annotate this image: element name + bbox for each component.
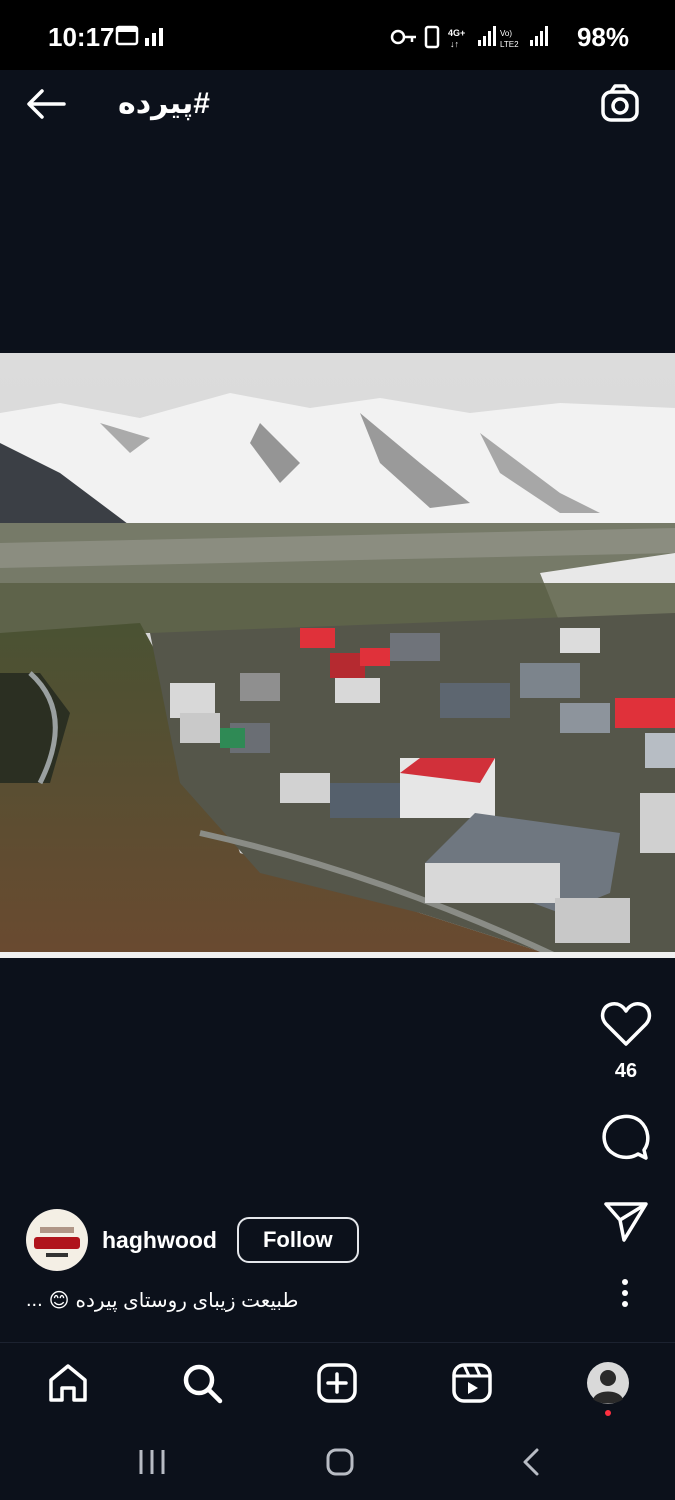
caption-emoji: 😊 [48, 1290, 70, 1312]
username[interactable]: haghwood [102, 1227, 217, 1254]
comment-button[interactable] [600, 1112, 652, 1167]
share-button[interactable] [600, 1198, 652, 1249]
status-left-icons [115, 24, 171, 53]
battery-level: 98% [576, 22, 629, 52]
home-button-icon[interactable] [320, 1442, 360, 1482]
page-title: #پیرده [118, 87, 210, 120]
nav-reels-icon[interactable] [450, 1361, 494, 1405]
nav-home-icon[interactable] [46, 1361, 90, 1405]
camera-icon[interactable] [599, 82, 643, 126]
post-author-row: haghwood Follow [26, 1208, 359, 1272]
top-bar: #پیرده [0, 70, 675, 140]
back-arrow-icon[interactable] [24, 86, 68, 122]
like-count[interactable]: 46 [600, 1060, 652, 1083]
nav-profile-avatar[interactable] [585, 1361, 631, 1416]
like-button[interactable] [600, 1000, 652, 1053]
svg-text:4G+: 4G+ [448, 28, 465, 38]
more-vertical-icon[interactable] [610, 1278, 640, 1308]
follow-button[interactable]: Follow [236, 1217, 359, 1263]
svg-text:↓↑: ↓↑ [450, 39, 459, 49]
heart-icon [600, 1002, 652, 1046]
post-image[interactable] [0, 353, 675, 958]
send-icon [604, 1202, 648, 1242]
caption[interactable]: ... 😊 طبیعت زیبای روستای پیرده [26, 1288, 298, 1313]
avatar[interactable] [26, 1209, 88, 1271]
nav-create-icon[interactable] [315, 1361, 359, 1405]
caption-more[interactable]: ... [26, 1289, 43, 1312]
bottom-nav [0, 1342, 675, 1425]
caption-text: طبیعت زیبای روستای پیرده [75, 1290, 299, 1312]
status-time: 10:17 [48, 22, 115, 52]
nav-search-icon[interactable] [180, 1361, 224, 1405]
status-right-icons: 4G+ ↓↑ Vo) LTE2 [390, 24, 550, 55]
status-bar: 10:17 4G+ ↓↑ Vo) LTE2 98% [0, 0, 675, 70]
svg-text:Vo): Vo) [500, 29, 512, 38]
recent-apps-icon[interactable] [132, 1442, 172, 1482]
system-back-icon[interactable] [512, 1442, 552, 1482]
system-navigation-bar [0, 1424, 675, 1500]
svg-text:LTE2: LTE2 [500, 40, 519, 49]
comment-icon [602, 1114, 650, 1160]
